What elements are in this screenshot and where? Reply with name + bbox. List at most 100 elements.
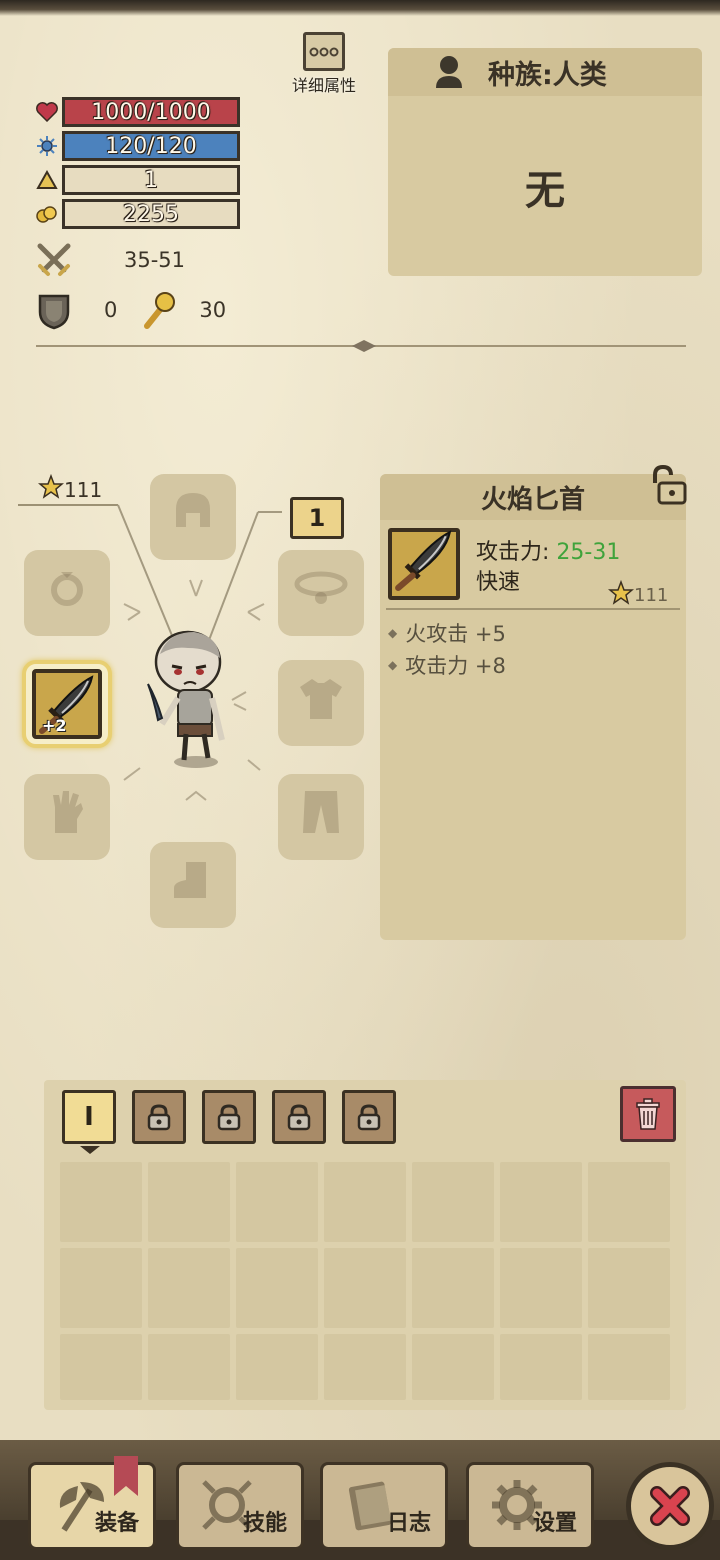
inventory-tab-locked[interactable] [202, 1090, 256, 1144]
inventory-tab-locked[interactable] [272, 1090, 326, 1144]
affix-bullet-icon: ◆ [388, 658, 398, 672]
item-affix: ◆ 火攻击 +5 [388, 618, 506, 648]
inventory-cell[interactable] [500, 1248, 582, 1328]
weapon-slot[interactable]: +2 [22, 660, 112, 748]
level-row: 1 [34, 165, 240, 195]
inventory-cell[interactable] [60, 1248, 142, 1328]
item-attack-label: 攻击力: [476, 540, 550, 565]
padlock-icon [147, 1104, 171, 1131]
helmet-slot[interactable] [150, 474, 236, 560]
nav-log-button[interactable]: 日志 [320, 1462, 448, 1550]
inventory-cell[interactable] [324, 1248, 406, 1328]
inventory-cell[interactable] [148, 1162, 230, 1242]
gloves-slot[interactable] [24, 774, 110, 860]
magic-staff-icon [139, 290, 179, 330]
gold-row: 2255 [34, 199, 240, 229]
inventory-cell[interactable] [500, 1334, 582, 1400]
padlock-icon [287, 1104, 311, 1131]
mp-bar: 120/120 [62, 131, 240, 161]
inventory-cell[interactable] [588, 1162, 670, 1242]
active-tab-indicator [80, 1146, 100, 1154]
nav-skills-button[interactable]: 技能 [176, 1462, 304, 1550]
inventory-cell[interactable] [236, 1248, 318, 1328]
helmet-icon [168, 487, 218, 548]
person-icon [434, 54, 464, 90]
inventory-cell[interactable] [588, 1334, 670, 1400]
close-button[interactable] [626, 1462, 714, 1550]
race-value: 无 [525, 168, 565, 214]
ring-icon [45, 566, 89, 621]
slot-count-badge: 1 [290, 497, 344, 539]
inventory-cell[interactable] [60, 1162, 142, 1242]
flame-dagger-icon [395, 530, 452, 591]
inventory-cell[interactable] [412, 1334, 494, 1400]
inventory-cell[interactable] [324, 1162, 406, 1242]
character-level: 111 [37, 473, 103, 505]
nav-skills-label: 技能 [242, 1511, 287, 1536]
magic-resist-value: 30 [199, 298, 227, 322]
gold-coins-icon [34, 201, 60, 227]
inventory-cell[interactable] [324, 1334, 406, 1400]
weapon-enhance-badge: +2 [42, 716, 67, 735]
padlock-icon [357, 1104, 381, 1131]
armor-slot[interactable] [278, 660, 364, 746]
item-affix: ◆ 攻击力 +8 [388, 650, 506, 680]
pants-slot[interactable] [278, 774, 364, 860]
weapon-frame: +2 [32, 669, 102, 739]
top-edge [0, 0, 720, 16]
unlock-button[interactable] [644, 462, 690, 508]
ring-slot[interactable] [24, 550, 110, 636]
item-attack-value: 25-31 [556, 540, 621, 565]
inventory-tab-1[interactable]: I [62, 1090, 116, 1144]
attack-row: 35-51 [34, 240, 185, 280]
character-level-value: 111 [64, 477, 103, 502]
shield-icon [34, 290, 74, 330]
nav-equip-label: 装备 [94, 1511, 139, 1536]
inventory-cell[interactable] [60, 1334, 142, 1400]
inventory-cell[interactable] [588, 1248, 670, 1328]
item-detail-panel: 火焰匕首 攻击力: 25-31 快速 111 ◆ 火攻击 +5 ◆ 攻击力 +8 [380, 464, 687, 940]
necklace-slot[interactable] [278, 550, 364, 636]
triangle-level-icon [34, 167, 60, 193]
detail-attributes-button[interactable]: 详细属性 [286, 32, 362, 96]
item-affix-text: 攻击力 +8 [405, 654, 506, 678]
more-dots-icon [303, 32, 345, 71]
item-separator [386, 608, 680, 610]
nav-settings-label: 设置 [532, 1511, 577, 1536]
item-level: 111 [607, 579, 668, 611]
item-icon-frame [388, 528, 460, 600]
race-panel: 种族:人类 无 [388, 48, 702, 276]
inventory-tab-locked[interactable] [132, 1090, 186, 1144]
inventory-cell[interactable] [500, 1162, 582, 1242]
inventory-cell[interactable] [148, 1248, 230, 1328]
race-header: 种族:人类 [388, 48, 702, 96]
gloves-icon [45, 787, 89, 848]
item-speed: 快速 [476, 570, 521, 595]
discard-button[interactable] [620, 1086, 676, 1142]
unlocked-padlock-icon [653, 464, 687, 505]
inventory-cell[interactable] [412, 1248, 494, 1328]
item-name: 火焰匕首 [380, 474, 686, 520]
boots-icon [166, 858, 220, 913]
armor-icon [294, 673, 348, 734]
inventory-tab-locked[interactable] [342, 1090, 396, 1144]
inventory-cell[interactable] [236, 1162, 318, 1242]
close-icon [650, 1486, 690, 1526]
character-avatar [147, 630, 225, 768]
defense-row: 0 30 [34, 290, 226, 330]
padlock-icon [217, 1104, 241, 1131]
defense-value: 0 [104, 298, 118, 322]
inventory-cell[interactable] [412, 1162, 494, 1242]
inventory-cell[interactable] [236, 1334, 318, 1400]
gold-bar: 2255 [62, 199, 240, 229]
item-star-icon [607, 579, 635, 611]
level-line-left [18, 504, 118, 506]
hp-bar: 1000/1000 [62, 97, 240, 127]
star-icon [37, 473, 65, 505]
inventory-panel: I [44, 1080, 686, 1410]
boots-slot[interactable] [150, 842, 236, 928]
inventory-cell[interactable] [148, 1334, 230, 1400]
trash-can-icon [636, 1098, 660, 1130]
nav-settings-button[interactable]: 设置 [466, 1462, 594, 1550]
item-affix-text: 火攻击 +5 [405, 622, 506, 646]
